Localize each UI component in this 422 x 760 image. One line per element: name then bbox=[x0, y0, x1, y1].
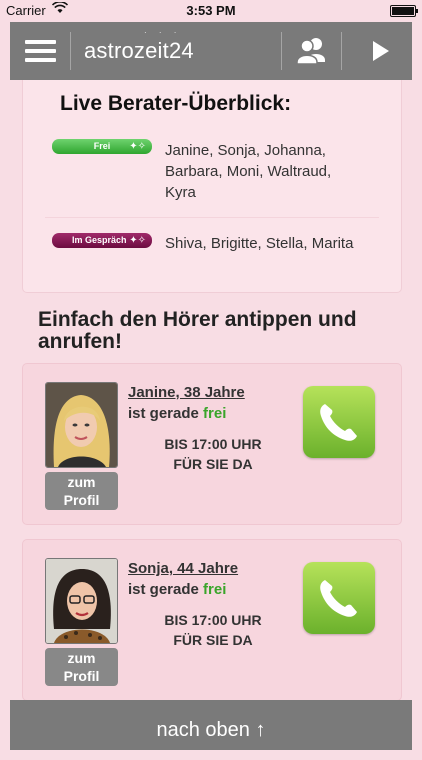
logo-stars: · · · bbox=[144, 28, 182, 37]
header-divider bbox=[70, 32, 71, 70]
app-header: · · · astrozeit24 bbox=[10, 22, 412, 80]
status-badge-free: Frei ✦✧ bbox=[52, 139, 152, 154]
advisor-status: ist gerade frei bbox=[128, 581, 227, 598]
profile-button[interactable]: zum Profil bbox=[45, 648, 118, 686]
call-button[interactable] bbox=[303, 386, 375, 458]
badge-label: Im Gespräch bbox=[72, 235, 127, 245]
advisor-card: zum Profil Janine, 38 Jahre ist gerade f… bbox=[22, 363, 402, 525]
status-badge-busy: Im Gespräch ✦✧ bbox=[52, 233, 152, 248]
menu-button[interactable] bbox=[10, 22, 70, 80]
busy-advisors-list: Shiva, Brigitte, Stella, Marita bbox=[165, 235, 354, 252]
advisor-photo[interactable] bbox=[45, 558, 118, 644]
advisor-name-link[interactable]: Janine, 38 Jahre bbox=[128, 384, 245, 401]
free-advisors-list: Janine, Sonja, Johanna, Barbara, Moni, W… bbox=[165, 142, 332, 201]
call-button[interactable] bbox=[303, 562, 375, 634]
advisor-card: zum Profil Sonja, 44 Jahre ist gerade fr… bbox=[22, 539, 402, 701]
divider bbox=[45, 217, 379, 218]
status-free: frei bbox=[203, 581, 227, 598]
sparkle-icon: ✦✧ bbox=[129, 235, 146, 246]
phone-icon bbox=[320, 404, 357, 441]
sparkle-icon: ✦✧ bbox=[129, 141, 146, 152]
advisor-photo[interactable] bbox=[45, 382, 118, 468]
advisors-button[interactable] bbox=[282, 22, 341, 80]
status-free: frei bbox=[203, 405, 227, 422]
clock: 3:53 PM bbox=[186, 3, 236, 18]
profile-button[interactable]: zum Profil bbox=[45, 472, 118, 510]
advisor-status: ist gerade frei bbox=[128, 405, 227, 422]
back-to-top-button[interactable]: nach oben ↑ bbox=[10, 700, 412, 750]
call-instruction: Einfach den Hörer antippen und anrufen! bbox=[38, 308, 357, 353]
users-icon bbox=[296, 38, 325, 65]
battery-icon bbox=[390, 5, 418, 17]
play-button[interactable] bbox=[342, 22, 412, 80]
availability-hours: BIS 17:00 UHR FÜR SIE DA bbox=[164, 436, 262, 472]
hamburger-icon bbox=[25, 40, 56, 44]
availability-hours: BIS 17:00 UHR FÜR SIE DA bbox=[164, 612, 262, 648]
status-bar: Carrier 3:53 PM bbox=[0, 0, 422, 22]
phone-icon bbox=[320, 580, 357, 617]
play-icon bbox=[373, 41, 389, 61]
live-overview-card: Live Berater-Überblick: Frei ✦✧ Janine, … bbox=[22, 80, 402, 293]
advisor-name-link[interactable]: Sonja, 44 Jahre bbox=[128, 560, 238, 577]
overview-title: Live Berater-Überblick: bbox=[60, 92, 292, 115]
badge-label: Frei bbox=[93, 141, 111, 151]
app-logo[interactable]: astrozeit24 bbox=[84, 38, 194, 64]
